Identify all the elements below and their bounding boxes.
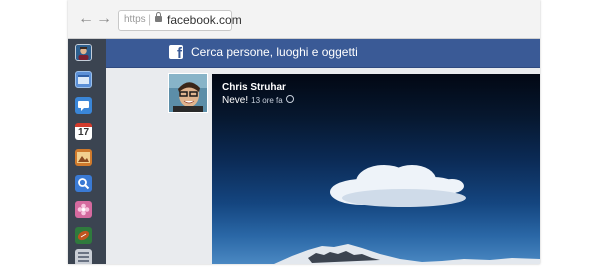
globe-icon (285, 95, 294, 103)
calendar-day: 17 (77, 127, 90, 138)
app-sidebar: 17 (68, 39, 106, 264)
back-arrow-icon[interactable]: ← (78, 11, 94, 27)
finder-icon[interactable] (75, 71, 92, 88)
facebook-header: f Cerca persone, luoghi e oggetti (106, 39, 540, 68)
url-separator: | (148, 12, 152, 26)
avatar[interactable] (75, 44, 92, 61)
address-bar[interactable]: https | facebook.com (118, 10, 242, 31)
facebook-logo-icon[interactable]: f (169, 45, 183, 59)
search-input[interactable]: Cerca persone, luoghi e oggetti (191, 45, 358, 59)
url-scheme: https (124, 14, 146, 25)
forward-arrow-icon[interactable]: → (96, 11, 112, 27)
list-glyph (78, 252, 89, 262)
lock-icon (155, 12, 162, 22)
post-photo[interactable]: Chris Struhar Neve! 13 ore fa (212, 74, 540, 264)
snowy-mountain (274, 244, 540, 264)
messages-icon[interactable] (75, 97, 92, 114)
url-host: facebook.com (167, 13, 242, 27)
flower-glyph (77, 203, 90, 216)
post-time[interactable]: 13 ore fa (251, 96, 283, 105)
cloud (330, 165, 466, 207)
facebook-logo-letter: f (177, 45, 182, 59)
list-icon[interactable] (75, 249, 92, 264)
finder-glyph (78, 75, 89, 84)
post-line: Neve! 13 ore fa (222, 95, 294, 106)
ball-icon[interactable] (75, 227, 92, 244)
post-author[interactable]: Chris Struhar (222, 82, 286, 93)
flower-icon[interactable] (75, 201, 92, 218)
photos-icon[interactable] (75, 149, 92, 166)
search-glyph (78, 178, 90, 190)
photos-glyph (77, 152, 90, 163)
avatar-image (76, 45, 91, 60)
browser-window: ← → https | facebook.com 17 f Cerca pers… (68, 0, 540, 264)
search-icon[interactable] (75, 175, 92, 192)
profile-picture[interactable] (168, 73, 208, 113)
profile-photo (169, 74, 207, 112)
messages-glyph (78, 101, 89, 111)
ball-glyph (77, 230, 90, 241)
browser-toolbar: ← → https | facebook.com (68, 0, 540, 39)
calendar-icon[interactable]: 17 (75, 123, 92, 140)
post-text: Neve! (222, 95, 249, 106)
